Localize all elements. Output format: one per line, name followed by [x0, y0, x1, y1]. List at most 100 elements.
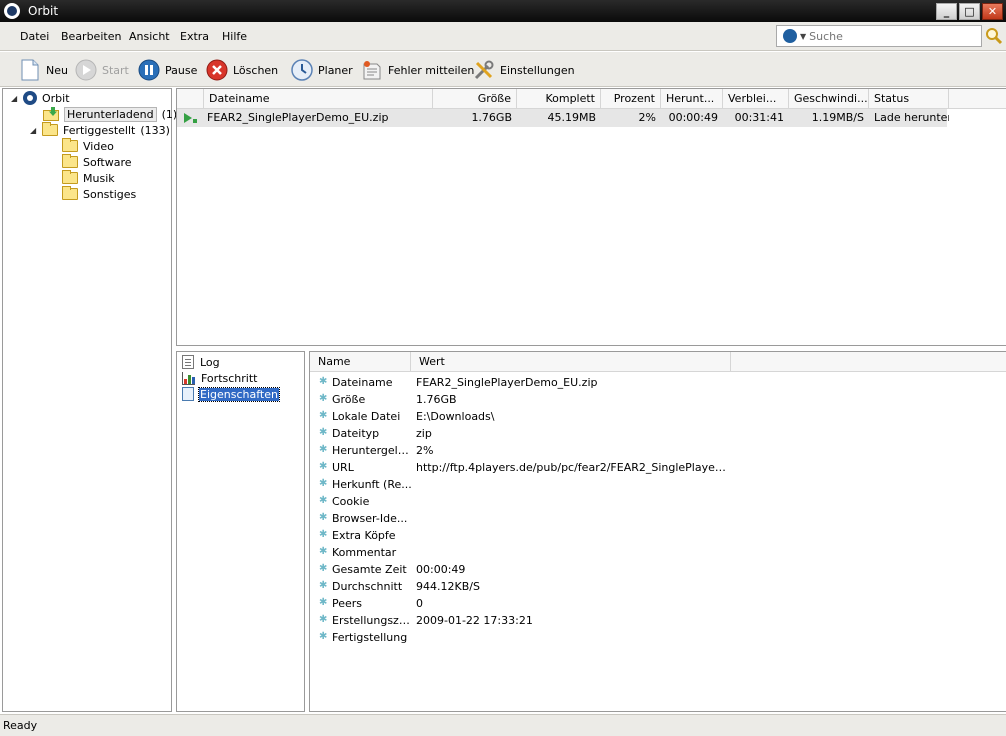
- property-row[interactable]: ✱ Dateiname FEAR2_SinglePlayerDemo_EU.zip: [310, 374, 1006, 391]
- delete-button[interactable]: Löschen: [205, 57, 278, 83]
- folder-icon: [62, 186, 78, 200]
- column-header-size[interactable]: Größe: [433, 89, 517, 109]
- property-row[interactable]: ✱ Cookie: [310, 493, 1006, 510]
- column-header-remaining[interactable]: Verblei...: [723, 89, 789, 109]
- bullet-icon: ✱: [319, 393, 328, 404]
- settings-button[interactable]: Einstellungen: [472, 57, 575, 83]
- bullet-icon: ✱: [319, 631, 328, 642]
- property-row[interactable]: ✱ Kommentar: [310, 544, 1006, 561]
- tree-root-orbit[interactable]: ◢ Orbit: [11, 90, 70, 106]
- pause-button[interactable]: Pause: [137, 57, 197, 83]
- tree-item-music[interactable]: Musik: [62, 170, 115, 186]
- column-header-name[interactable]: Name: [310, 352, 411, 372]
- property-name: Gesamte Zeit: [332, 563, 407, 576]
- column-header-speed[interactable]: Geschwindi...: [789, 89, 869, 109]
- property-value: 0: [416, 597, 423, 610]
- column-header-downloaded-time[interactable]: Herunt...: [661, 89, 723, 109]
- column-header-icon[interactable]: [177, 89, 204, 109]
- bullet-icon: ✱: [319, 529, 328, 540]
- property-name: Kommentar: [332, 546, 397, 559]
- report-error-button[interactable]: Fehler mitteilen: [360, 57, 474, 83]
- column-header-status[interactable]: Status: [869, 89, 949, 109]
- menu-bearbeiten[interactable]: Bearbeiten: [61, 30, 121, 43]
- expand-arrow-icon[interactable]: ◢: [30, 126, 39, 135]
- bullet-icon: ✱: [319, 563, 328, 574]
- scheduler-button[interactable]: Planer: [290, 57, 353, 83]
- property-row[interactable]: ✱ Herkunft (Re...: [310, 476, 1006, 493]
- tab-progress[interactable]: Fortschritt: [182, 370, 257, 386]
- scheduler-clock-icon: [290, 58, 314, 82]
- cell-percent: 2%: [638, 111, 656, 124]
- property-row[interactable]: ✱ Gesamte Zeit 00:00:49: [310, 561, 1006, 578]
- property-row[interactable]: ✱ Fertigstellung: [310, 629, 1006, 646]
- bullet-icon: ✱: [319, 444, 328, 455]
- tab-log[interactable]: Log: [182, 354, 220, 370]
- settings-tools-icon: [472, 58, 496, 82]
- property-name: Lokale Datei: [332, 410, 401, 423]
- property-row[interactable]: ✱ Heruntergela... 2%: [310, 442, 1006, 459]
- chart-icon: [182, 371, 195, 385]
- tree-item-software[interactable]: Software: [62, 154, 132, 170]
- property-row[interactable]: ✱ URL http://ftp.4players.de/pub/pc/fear2/…: [310, 459, 1006, 476]
- folder-icon: [62, 138, 78, 152]
- cell-speed: 1.19MB/S: [811, 111, 864, 124]
- property-name: Erstellungszeit: [332, 614, 412, 627]
- report-error-icon: [360, 58, 384, 82]
- search-engine-icon[interactable]: [783, 29, 797, 43]
- property-name: Größe: [332, 393, 366, 406]
- search-input[interactable]: [809, 29, 970, 43]
- bullet-icon: ✱: [319, 546, 328, 557]
- menu-hilfe[interactable]: Hilfe: [222, 30, 247, 43]
- property-value: zip: [416, 427, 432, 440]
- window-controls: _ □ ✕: [936, 3, 1003, 20]
- properties-header: Name Wert: [310, 352, 1006, 372]
- cell-filename: FEAR2_SinglePlayerDemo_EU.zip: [207, 111, 389, 124]
- tree-item-other[interactable]: Sonstiges: [62, 186, 136, 202]
- folder-icon: [42, 122, 58, 136]
- orbit-icon: [23, 91, 37, 105]
- menu-datei[interactable]: Datei: [20, 30, 49, 43]
- menu-extra[interactable]: Extra: [180, 30, 209, 43]
- column-header-complete[interactable]: Komplett: [517, 89, 601, 109]
- folder-icon: [62, 170, 78, 184]
- column-header-value[interactable]: Wert: [411, 352, 731, 372]
- search-button[interactable]: [985, 27, 1003, 45]
- play-icon: [74, 58, 98, 82]
- log-icon: [182, 355, 194, 369]
- chevron-down-icon[interactable]: ▼: [800, 32, 806, 41]
- minimize-button[interactable]: _: [936, 3, 957, 20]
- expand-arrow-icon[interactable]: ◢: [11, 94, 20, 103]
- property-value: 2009-01-22 17:33:21: [416, 614, 533, 627]
- menu-ansicht[interactable]: Ansicht: [129, 30, 170, 43]
- maximize-button[interactable]: □: [959, 3, 980, 20]
- property-name: Heruntergela...: [332, 444, 412, 457]
- bullet-icon: ✱: [319, 580, 328, 591]
- property-name: Cookie: [332, 495, 370, 508]
- tree-item-downloading[interactable]: Herunterladend (1): [43, 106, 177, 122]
- new-button[interactable]: Neu: [18, 57, 68, 83]
- bullet-icon: ✱: [319, 597, 328, 608]
- property-row[interactable]: ✱ Extra Köpfe: [310, 527, 1006, 544]
- table-row[interactable]: FEAR2_SinglePlayerDemo_EU.zip 1.76GB 45.…: [177, 109, 949, 127]
- close-button[interactable]: ✕: [982, 3, 1003, 20]
- property-value: http://ftp.4players.de/pub/pc/fear2/FEAR…: [416, 461, 728, 474]
- property-row[interactable]: ✱ Browser-Ide...: [310, 510, 1006, 527]
- property-row[interactable]: ✱ Lokale Datei E:\Downloads\: [310, 408, 1006, 425]
- property-row[interactable]: ✱ Größe 1.76GB: [310, 391, 1006, 408]
- tree-item-video[interactable]: Video: [62, 138, 114, 154]
- property-row[interactable]: ✱ Dateityp zip: [310, 425, 1006, 442]
- property-value: E:\Downloads\: [416, 410, 495, 423]
- bullet-icon: ✱: [319, 478, 328, 489]
- property-name: Peers: [332, 597, 363, 610]
- column-header-percent[interactable]: Prozent: [601, 89, 661, 109]
- tree-item-finished[interactable]: ◢ Fertiggestellt (133): [30, 122, 170, 138]
- delete-icon: [205, 58, 229, 82]
- tab-properties[interactable]: Eigenschaften: [182, 386, 280, 402]
- bullet-icon: ✱: [319, 512, 328, 523]
- start-button[interactable]: Start: [74, 57, 129, 83]
- column-header-filename[interactable]: Dateiname: [204, 89, 433, 109]
- property-row[interactable]: ✱ Durchschnitt 944.12KB/S: [310, 578, 1006, 595]
- property-row[interactable]: ✱ Erstellungszeit 2009-01-22 17:33:21: [310, 612, 1006, 629]
- bullet-icon: ✱: [319, 376, 328, 387]
- property-row[interactable]: ✱ Peers 0: [310, 595, 1006, 612]
